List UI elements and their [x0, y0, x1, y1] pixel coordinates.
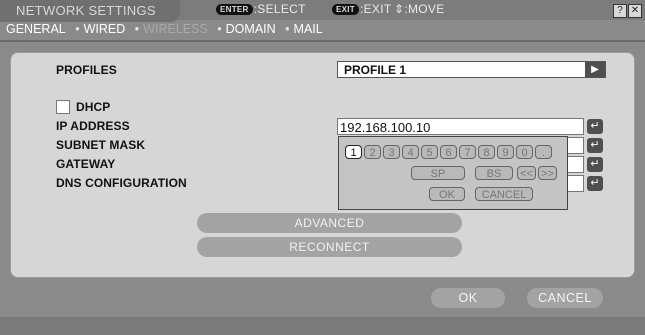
key-3[interactable]: 3	[383, 145, 400, 159]
key-8[interactable]: 8	[478, 145, 495, 159]
ip-address-label: IP ADDRESS	[56, 119, 130, 133]
dhcp-label: DHCP	[76, 100, 111, 114]
key-0[interactable]: 0	[516, 145, 533, 159]
tab-separator: •	[75, 22, 80, 36]
key-9[interactable]: 9	[497, 145, 514, 159]
key-4[interactable]: 4	[402, 145, 419, 159]
tab-general[interactable]: GENERAL	[6, 22, 66, 36]
key-1[interactable]: 1	[345, 145, 362, 159]
advanced-button[interactable]: ADVANCED	[197, 213, 462, 233]
footer-bar	[0, 317, 645, 335]
key-dot[interactable]: .	[535, 145, 552, 159]
exit-hint: EXIT:EXIT	[332, 2, 392, 16]
dns-configuration-label: DNS CONFIGURATION	[56, 176, 187, 190]
key-2[interactable]: 2	[364, 145, 381, 159]
move-arrows-icon: ⇕	[394, 2, 405, 16]
close-icon[interactable]: ✕	[628, 4, 642, 18]
enter-icon[interactable]: ↵	[587, 176, 603, 191]
subnet-mask-label: SUBNET MASK	[56, 138, 146, 152]
ip-keypad: 1 2 3 4 5 6 7 8 9 0 . SP BS << >> OK CAN…	[338, 136, 568, 210]
gateway-input[interactable]	[566, 156, 584, 173]
help-icon[interactable]: ?	[613, 4, 627, 18]
tab-wireless[interactable]: WIRELESS	[143, 22, 208, 36]
move-hint: ⇕:MOVE	[394, 2, 445, 16]
tab-separator: •	[217, 22, 222, 36]
key-space[interactable]: SP	[411, 166, 465, 180]
dhcp-checkbox[interactable]	[56, 100, 70, 114]
gateway-label: GATEWAY	[56, 157, 116, 171]
key-6[interactable]: 6	[440, 145, 457, 159]
dns-configuration-input[interactable]	[566, 175, 584, 192]
tab-separator: •	[285, 22, 290, 36]
window-title: NETWORK SETTINGS	[16, 3, 156, 18]
tab-wired[interactable]: WIRED	[84, 22, 126, 36]
profiles-label: PROFILES	[56, 63, 117, 77]
exit-hint-label: :EXIT	[359, 2, 392, 16]
ip-address-value: 192.168.100.10	[340, 120, 431, 135]
ok-button[interactable]: OK	[431, 288, 505, 308]
key-cursor-right[interactable]: >>	[538, 166, 557, 180]
enter-icon[interactable]: ↵	[587, 157, 603, 172]
settings-tabs: GENERAL • WIRED • WIRELESS • DOMAIN • MAIL	[6, 22, 325, 40]
subnet-mask-input[interactable]	[566, 137, 584, 154]
key-5[interactable]: 5	[421, 145, 438, 159]
profile-value: PROFILE 1	[344, 63, 407, 77]
cancel-button[interactable]: CANCEL	[527, 288, 603, 308]
enter-icon[interactable]: ↵	[587, 138, 603, 153]
move-hint-label: :MOVE	[404, 2, 445, 16]
reconnect-button[interactable]: RECONNECT	[197, 237, 462, 257]
key-7[interactable]: 7	[459, 145, 476, 159]
keypad-ok-button[interactable]: OK	[429, 187, 465, 201]
tab-domain[interactable]: DOMAIN	[226, 22, 276, 36]
select-hint-label: :SELECT	[253, 2, 306, 16]
enter-icon[interactable]: ↵	[587, 119, 603, 134]
keypad-cancel-button[interactable]: CANCEL	[475, 187, 533, 201]
tabs-divider	[0, 40, 645, 42]
tab-mail[interactable]: MAIL	[294, 22, 323, 36]
tab-separator: •	[134, 22, 140, 36]
profile-select[interactable]: PROFILE 1 ▶	[337, 61, 606, 78]
select-hint: ENTER:SELECT	[216, 2, 306, 16]
enter-key-icon: ENTER	[216, 4, 253, 15]
ip-address-input[interactable]: 192.168.100.10	[337, 118, 584, 135]
key-backspace[interactable]: BS	[475, 166, 513, 180]
exit-key-icon: EXIT	[332, 4, 359, 15]
play-arrow-icon[interactable]: ▶	[585, 62, 605, 77]
key-cursor-left[interactable]: <<	[517, 166, 536, 180]
